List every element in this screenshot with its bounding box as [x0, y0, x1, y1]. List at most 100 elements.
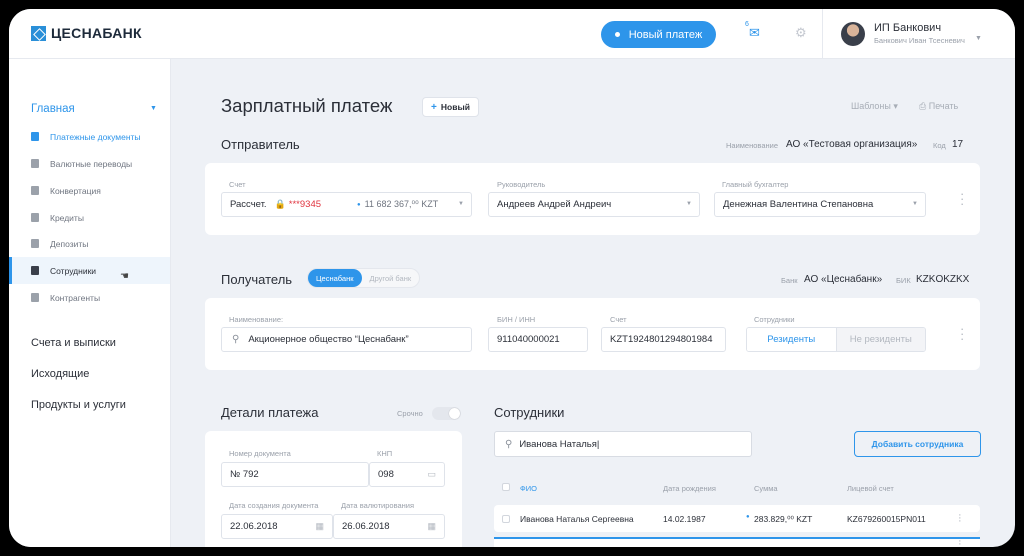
employees-filter-label: Сотрудники: [754, 315, 795, 324]
sidebar-item-label: Сотрудники: [50, 265, 97, 276]
recipient-account-label: Счет: [610, 315, 627, 324]
gear-icon[interactable]: ⚙: [795, 25, 807, 41]
app-window: ЦЕСНАБАНК Новый платеж 6 ✉ ⚙ ИП Банкович…: [9, 9, 1015, 547]
sidebar-item-employees[interactable]: Сотрудники: [9, 257, 170, 284]
chevron-down-icon[interactable]: ▼: [975, 35, 982, 42]
select-all-checkbox[interactable]: [502, 483, 510, 491]
briefcase-icon: [31, 239, 39, 248]
folder-icon[interactable]: ▭: [427, 469, 436, 480]
chevron-down-icon[interactable]: ▼: [150, 105, 157, 112]
employee-birth-cell: 14.02.1987: [663, 514, 706, 524]
bin-value: 911040000021: [497, 334, 560, 345]
recipient-name-label: Наименование:: [229, 315, 284, 324]
employee-search-input[interactable]: ⚲ Иванова Наталья|: [494, 431, 752, 457]
sidebar-item-counterparties[interactable]: Контрагенты: [9, 284, 170, 311]
knp-input[interactable]: 098 ▭: [369, 462, 445, 487]
account-select[interactable]: Рассчет. 🔒 ***9345 ● 11 682 367,⁰⁰ KZT ▼: [221, 192, 472, 217]
recipient-account-input[interactable]: KZT1924801294801984: [601, 327, 726, 352]
doc-number-input[interactable]: № 792: [221, 462, 369, 487]
table-row[interactable]: [494, 537, 980, 547]
calendar-icon[interactable]: ▦: [315, 521, 324, 532]
sender-name-value: АО «Тестовая организация»: [786, 139, 918, 150]
templates-dropdown[interactable]: Шаблоны ▾: [851, 101, 898, 112]
divider: [822, 9, 823, 59]
recipient-title: Получатель: [221, 272, 293, 287]
wallet-icon: [31, 159, 39, 168]
cursor-hand-icon: ☚: [120, 271, 129, 282]
bank-value: АО «Цеснабанк»: [804, 274, 883, 285]
users-icon: [31, 266, 39, 275]
sidebar-item-label: Депозиты: [50, 238, 89, 249]
sidebar-item-deposits[interactable]: Депозиты: [9, 230, 170, 257]
account-number: ***9345: [288, 199, 322, 210]
account-label: Счет: [229, 180, 246, 189]
chevron-down-icon: ▼: [458, 201, 464, 207]
calculator-icon: [31, 186, 39, 195]
new-button[interactable]: + Новый: [422, 97, 479, 117]
sidebar-item-label: Валютные переводы: [50, 158, 133, 169]
sender-title: Отправитель: [221, 137, 300, 152]
lock-icon: 🔒: [274, 199, 286, 209]
user-subtitle: Банкович Иван Тсесневич: [874, 36, 965, 45]
created-date-input[interactable]: 22.06.2018 ▦: [221, 514, 333, 539]
bank-toggle[interactable]: Цеснабанк Другой банк: [307, 268, 421, 288]
dot-icon: ●: [746, 514, 750, 520]
sidebar-item-credits[interactable]: Кредиты: [9, 204, 170, 231]
sidebar-main-link[interactable]: Главная: [31, 103, 75, 115]
bank-toggle-other[interactable]: Другой банк: [362, 269, 420, 287]
recipient-name-input[interactable]: ⚲ Акционерное общество “Цеснабанк”: [221, 327, 472, 352]
bik-label: БИК: [896, 276, 911, 285]
sidebar-item-conversion[interactable]: Конвертация: [9, 177, 170, 204]
calendar-icon[interactable]: ▦: [427, 521, 436, 532]
value-date-label: Дата валютирования: [341, 501, 415, 510]
mail-icon[interactable]: ✉: [749, 25, 760, 41]
more-vertical-icon[interactable]: · · ·: [960, 187, 964, 210]
employee-name-cell: Иванова Наталья Сергеевна: [520, 514, 634, 524]
avatar[interactable]: [841, 22, 865, 46]
sidebar-section-accounts[interactable]: Счета и выписки: [31, 337, 116, 349]
new-button-label: Новый: [440, 102, 470, 112]
user-name[interactable]: ИП Банкович: [874, 22, 941, 34]
residents-option[interactable]: Резиденты: [747, 328, 836, 351]
bank-toggle-tsesnabank[interactable]: Цеснабанк: [308, 269, 362, 287]
print-label: Печать: [928, 101, 959, 111]
add-employee-button[interactable]: Добавить сотрудника: [854, 431, 981, 457]
director-label: Руководитель: [497, 180, 546, 189]
urgent-toggle[interactable]: [432, 407, 461, 420]
column-header-sum: Сумма: [754, 484, 778, 493]
column-header-account: Лицевой счет: [847, 484, 894, 493]
column-header-name[interactable]: ФИО: [520, 484, 537, 493]
resident-toggle[interactable]: Резиденты Не резиденты: [746, 327, 926, 352]
more-vertical-icon[interactable]: · ·: [958, 536, 962, 548]
sidebar-item-currency-transfers[interactable]: Валютные переводы: [9, 150, 170, 177]
sidebar-section-outgoing[interactable]: Исходящие: [31, 368, 89, 380]
bin-input[interactable]: 911040000021: [488, 327, 588, 352]
more-vertical-icon[interactable]: · · ·: [958, 510, 962, 527]
printer-icon: ⎙: [919, 101, 927, 111]
sidebar-item-label: Конвертация: [50, 185, 101, 196]
print-button[interactable]: ⎙ Печать: [919, 101, 958, 112]
nonresidents-option[interactable]: Не резиденты: [835, 328, 925, 351]
more-vertical-icon[interactable]: · · ·: [960, 322, 964, 345]
sidebar-item-label: Платежные документы: [50, 131, 141, 142]
director-select[interactable]: Андреев Андрей Андреич ▼: [488, 192, 700, 217]
value-date-input[interactable]: 26.06.2018 ▦: [333, 514, 445, 539]
sidebar-section-products[interactable]: Продукты и услуги: [31, 399, 126, 411]
sender-card: Счет Рассчет. 🔒 ***9345 ● 11 682 367,⁰⁰ …: [205, 163, 980, 235]
bik-value: KZKOKZKX: [916, 274, 970, 285]
brand-logo[interactable]: ЦЕСНАБАНК: [31, 25, 142, 41]
sidebar-item-payment-documents[interactable]: Платежные документы: [9, 123, 170, 150]
recipient-name-value: Акционерное общество “Цеснабанк”: [248, 334, 409, 345]
sidebar-item-label: Контрагенты: [50, 292, 101, 303]
accountant-select[interactable]: Денежная Валентина Степановна ▼: [714, 192, 926, 217]
bank-label: Банк: [781, 276, 798, 285]
sender-code-label: Код: [933, 141, 946, 150]
logo-icon: [31, 25, 46, 41]
account-type: Рассчет.: [230, 199, 267, 210]
templates-label: Шаблоны: [851, 101, 891, 111]
row-checkbox[interactable]: [502, 515, 510, 523]
employee-sum-cell: 283.829,⁰⁰ KZT: [754, 514, 813, 524]
account-balance: 11 682 367,⁰⁰ KZT: [364, 199, 439, 209]
brand-name: ЦЕСНАБАНК: [51, 25, 142, 41]
new-payment-button[interactable]: Новый платеж: [601, 21, 716, 48]
